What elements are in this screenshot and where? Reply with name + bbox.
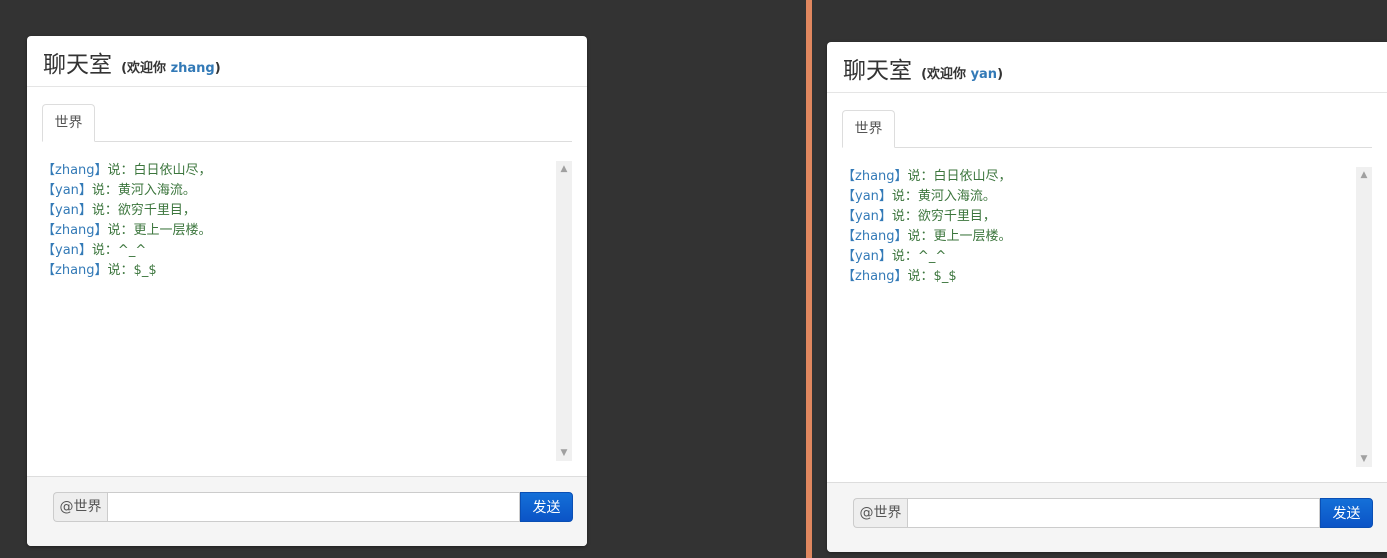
scroll-up-arrow-icon[interactable]: ▲ <box>1356 167 1372 183</box>
message-input[interactable] <box>107 492 520 522</box>
send-button[interactable]: 发送 <box>520 492 573 522</box>
message-text: 欲穷千里目， <box>917 209 996 224</box>
panel-header: 聊天室 (欢迎你 zhang) <box>27 36 587 87</box>
welcome-text: (欢迎你 yan) <box>921 67 1003 82</box>
message-said: 说： <box>107 163 134 178</box>
page-title: 聊天室 <box>43 52 112 78</box>
window-divider <box>806 0 812 558</box>
message-sender: 【zhang】 <box>842 229 908 244</box>
panel-footer: @世界 发送 <box>27 476 587 546</box>
message-said: 说： <box>91 243 118 258</box>
message-said: 说： <box>891 189 918 204</box>
message-input-group: @世界 发送 <box>853 498 1373 528</box>
message-said: 说： <box>891 249 918 264</box>
message-item: 【yan】说：欲穷千里目， <box>42 201 557 221</box>
message-scrollbar[interactable]: ▲ ▼ <box>1356 167 1372 467</box>
message-sender: 【zhang】 <box>42 163 108 178</box>
panel-footer: @世界 发送 <box>827 482 1387 552</box>
message-sender: 【yan】 <box>842 249 892 264</box>
message-item: 【zhang】说：白日依山尽， <box>842 167 1357 187</box>
tab-bar: 世界 <box>842 109 1372 148</box>
panel-header: 聊天室 (欢迎你 yan) <box>827 42 1387 93</box>
welcome-prefix: (欢迎你 <box>121 61 171 76</box>
page-title: 聊天室 <box>843 58 912 84</box>
message-sender: 【yan】 <box>42 243 92 258</box>
scroll-down-arrow-icon[interactable]: ▼ <box>1356 451 1372 467</box>
tab-world[interactable]: 世界 <box>42 104 95 142</box>
welcome-suffix: ) <box>214 61 221 76</box>
message-item: 【yan】说：^_^ <box>42 241 557 261</box>
message-item: 【zhang】说：$_$ <box>842 267 1357 287</box>
message-text: 欲穷千里目， <box>117 203 196 218</box>
channel-addon: @世界 <box>853 498 907 528</box>
chat-panel-zhang: 聊天室 (欢迎你 zhang) 世界 【zhang】说：白日依山尽， 【yan】… <box>27 36 587 546</box>
message-sender: 【yan】 <box>42 183 92 198</box>
message-text: 白日依山尽， <box>133 163 212 178</box>
message-text: 黄河入海流。 <box>917 189 996 204</box>
message-sender: 【yan】 <box>842 209 892 224</box>
message-item: 【yan】说：^_^ <box>842 247 1357 267</box>
message-input[interactable] <box>907 498 1320 528</box>
message-scrollbar[interactable]: ▲ ▼ <box>556 161 572 461</box>
message-item: 【zhang】说：更上一层楼。 <box>42 221 557 241</box>
chat-panel-yan: 聊天室 (欢迎你 yan) 世界 【zhang】说：白日依山尽， 【yan】说：… <box>827 42 1387 552</box>
message-item: 【yan】说：黄河入海流。 <box>842 187 1357 207</box>
message-said: 说： <box>907 169 934 184</box>
message-item: 【zhang】说：$_$ <box>42 261 557 281</box>
tab-bar: 世界 <box>42 103 572 142</box>
tab-world[interactable]: 世界 <box>842 110 895 148</box>
message-sender: 【yan】 <box>842 189 892 204</box>
message-text: ^_^ <box>117 243 147 258</box>
message-said: 说： <box>107 223 134 238</box>
message-list: 【zhang】说：白日依山尽， 【yan】说：黄河入海流。 【yan】说：欲穷千… <box>42 161 557 461</box>
username-link[interactable]: yan <box>971 67 998 82</box>
message-text: 更上一层楼。 <box>133 223 212 238</box>
message-sender: 【zhang】 <box>42 263 108 278</box>
message-item: 【yan】说：欲穷千里目， <box>842 207 1357 227</box>
message-item: 【yan】说：黄河入海流。 <box>42 181 557 201</box>
message-text: 黄河入海流。 <box>117 183 196 198</box>
message-sender: 【zhang】 <box>842 269 908 284</box>
message-sender: 【yan】 <box>42 203 92 218</box>
welcome-prefix: (欢迎你 <box>921 67 971 82</box>
message-said: 说： <box>107 263 134 278</box>
message-said: 说： <box>91 183 118 198</box>
message-item: 【zhang】说：白日依山尽， <box>42 161 557 181</box>
message-item: 【zhang】说：更上一层楼。 <box>842 227 1357 247</box>
scroll-up-arrow-icon[interactable]: ▲ <box>556 161 572 177</box>
message-text: ^_^ <box>917 249 947 264</box>
message-said: 说： <box>91 203 118 218</box>
send-button[interactable]: 发送 <box>1320 498 1373 528</box>
message-text: 白日依山尽， <box>933 169 1012 184</box>
welcome-suffix: ) <box>997 67 1004 82</box>
channel-addon: @世界 <box>53 492 107 522</box>
username-link[interactable]: zhang <box>171 61 215 76</box>
message-input-group: @世界 发送 <box>53 492 573 522</box>
message-text: $_$ <box>133 263 157 278</box>
message-sender: 【zhang】 <box>842 169 908 184</box>
scroll-down-arrow-icon[interactable]: ▼ <box>556 445 572 461</box>
message-text: $_$ <box>933 269 957 284</box>
message-list: 【zhang】说：白日依山尽， 【yan】说：黄河入海流。 【yan】说：欲穷千… <box>842 167 1357 467</box>
message-said: 说： <box>907 269 934 284</box>
message-text: 更上一层楼。 <box>933 229 1012 244</box>
message-said: 说： <box>891 209 918 224</box>
message-said: 说： <box>907 229 934 244</box>
welcome-text: (欢迎你 zhang) <box>121 61 221 76</box>
message-sender: 【zhang】 <box>42 223 108 238</box>
